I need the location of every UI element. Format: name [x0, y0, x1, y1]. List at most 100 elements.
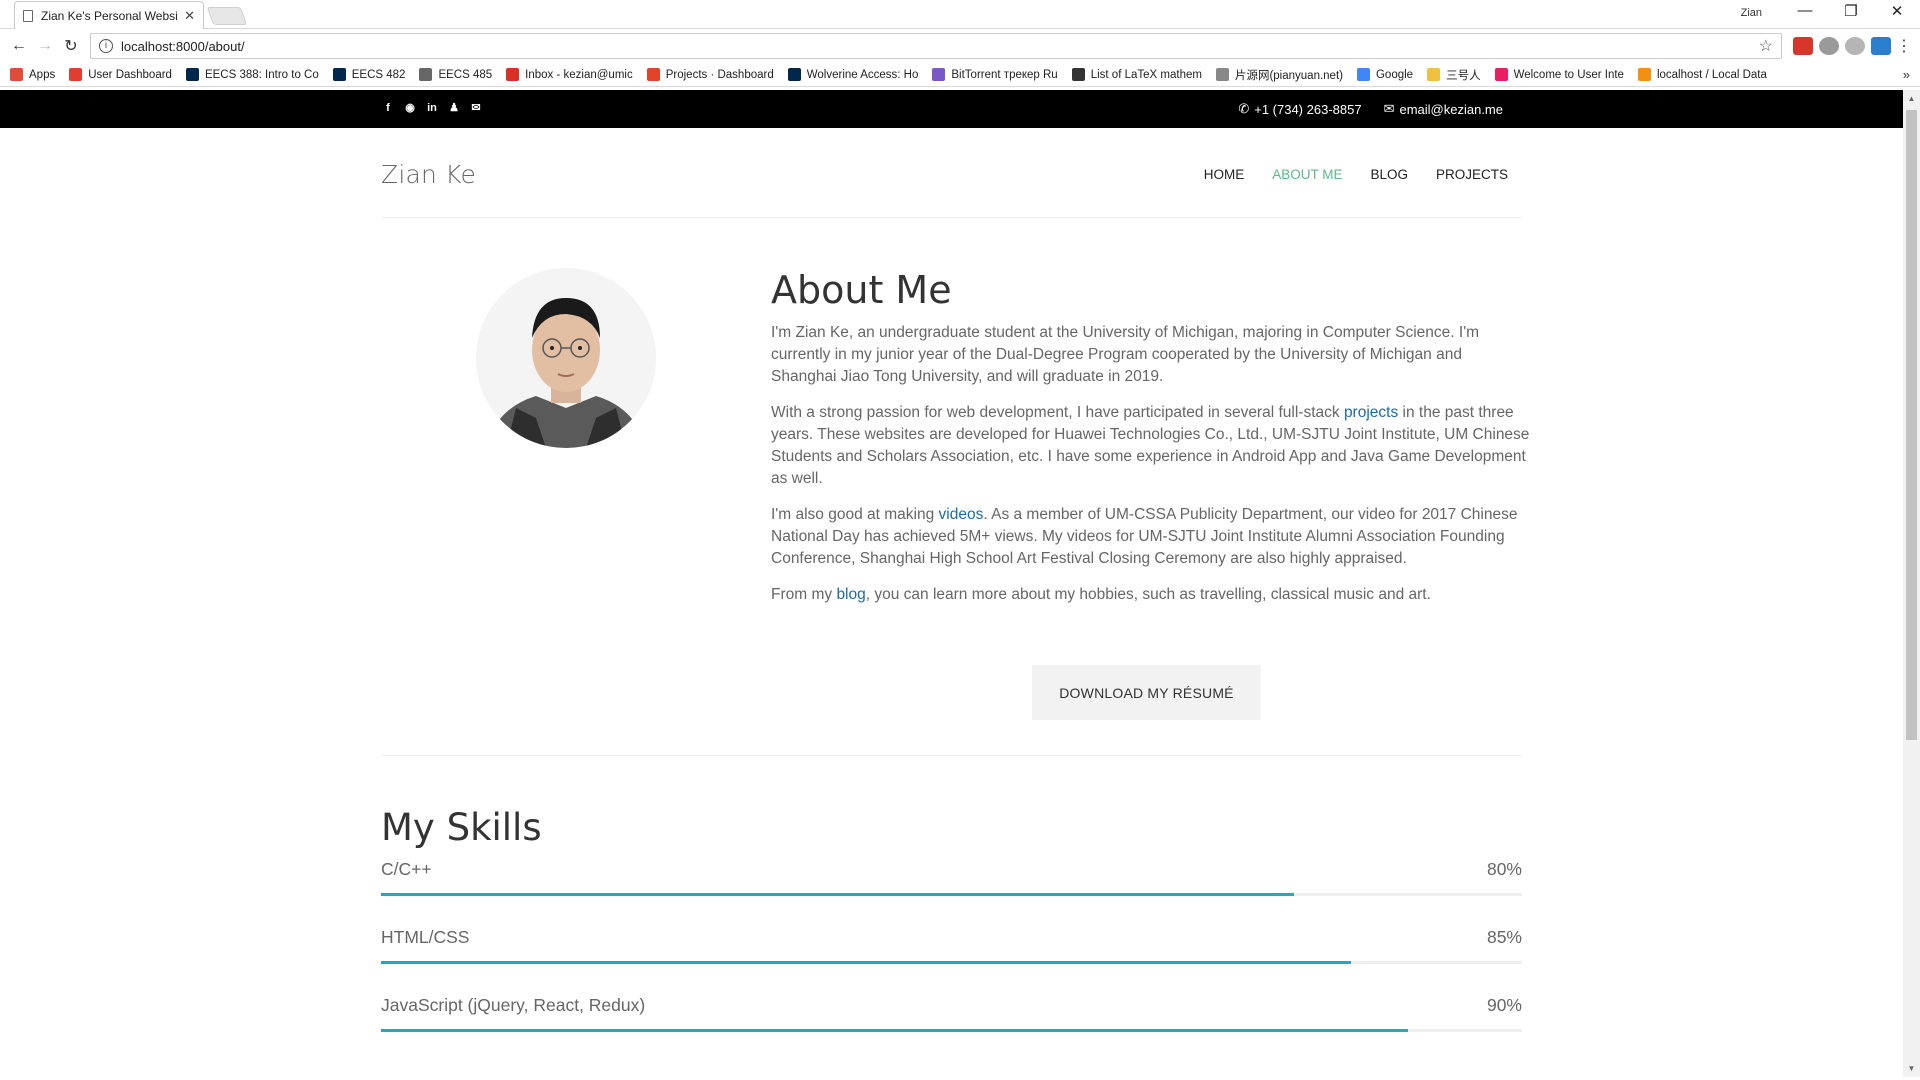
- browser-menu-icon[interactable]: ⋮: [1894, 36, 1914, 56]
- bookmark-item[interactable]: EECS 482: [332, 68, 406, 81]
- github-icon[interactable]: ◉: [403, 101, 417, 115]
- umich-m-icon: [332, 68, 346, 81]
- bookmark-item[interactable]: Google: [1356, 68, 1413, 81]
- folder-icon: [1427, 68, 1441, 81]
- site-header: Zian Ke HOME ABOUT ME BLOG PROJECTS: [381, 128, 1522, 218]
- bookmark-label: 片源网(pianyuan.net): [1234, 69, 1343, 82]
- url-text: localhost:8000/about/: [121, 38, 245, 54]
- skill-bar-fill: [381, 1029, 1408, 1032]
- email-address: email@kezian.me: [1399, 101, 1503, 117]
- globe-icon: [419, 68, 433, 81]
- skill-name: JavaScript (jQuery, React, Redux): [381, 995, 646, 1015]
- bookmark-item[interactable]: localhost / Local Data: [1637, 68, 1767, 81]
- bookmark-label: EECS 485: [438, 68, 493, 81]
- top-contact-bar: f ◉ in ♟ ✉ ✆ +1 (734) 263-8857 ✉ email@k…: [0, 90, 1903, 128]
- skill-name: C/C++: [381, 859, 432, 879]
- wechat-icon[interactable]: ✉: [469, 101, 483, 115]
- extension-cloud-icon[interactable]: [1845, 37, 1865, 55]
- apps-grid-icon: [10, 68, 23, 81]
- about-section: About Me I'm Zian Ke, an undergraduate s…: [381, 218, 1529, 756]
- about-paragraph-2: With a strong passion for web developmen…: [771, 402, 1531, 490]
- projects-link[interactable]: projects: [1344, 404, 1398, 421]
- skill-name: HTML/CSS: [381, 927, 470, 947]
- back-arrow-icon[interactable]: ←: [6, 37, 32, 55]
- forward-arrow-icon[interactable]: →: [32, 37, 58, 55]
- bookmark-item[interactable]: EECS 485: [419, 68, 492, 81]
- facebook-icon[interactable]: f: [381, 101, 395, 115]
- bookmark-item[interactable]: Inbox - kezian@umic: [506, 68, 633, 81]
- qq-icon[interactable]: ♟: [447, 101, 461, 115]
- bookmark-label: User Dashboard: [88, 68, 172, 81]
- email-contact[interactable]: ✉ email@kezian.me: [1384, 101, 1503, 117]
- bookmark-item[interactable]: Welcome to User Inte: [1494, 68, 1624, 81]
- browser-titlebar: Zian Ke's Personal Websi ✕ Zian — ❐ ✕: [0, 0, 1920, 29]
- bookmark-item[interactable]: BitTorrent трекер Ru: [932, 68, 1058, 81]
- paragraph-text: With a strong passion for web developmen…: [771, 404, 1344, 421]
- bookmark-item[interactable]: Projects · Dashboard: [646, 68, 774, 81]
- restore-icon[interactable]: ❐: [1828, 2, 1874, 20]
- umich-m-icon: [185, 68, 199, 81]
- bookmark-item[interactable]: 片源网(pianyuan.net): [1215, 67, 1343, 83]
- social-links: f ◉ in ♟ ✉: [381, 101, 483, 115]
- page-scrollbar[interactable]: ▲ ▼: [1903, 90, 1920, 1077]
- bookmark-item[interactable]: 三号人: [1427, 67, 1481, 83]
- umich-m-icon: [787, 68, 801, 81]
- scroll-down-arrow-icon[interactable]: ▼: [1903, 1060, 1920, 1077]
- window-close-icon[interactable]: ✕: [1874, 2, 1920, 20]
- bookmark-label: Apps: [29, 68, 56, 81]
- about-content: About Me I'm Zian Ke, an undergraduate s…: [771, 268, 1531, 620]
- bookmark-item[interactable]: User Dashboard: [69, 68, 172, 81]
- extension-lastpass-icon[interactable]: [1793, 37, 1813, 55]
- blog-link[interactable]: blog: [836, 586, 865, 603]
- about-paragraph-1: I'm Zian Ke, an undergraduate student at…: [771, 324, 1480, 385]
- extension-gray-shield-icon[interactable]: [1819, 37, 1839, 55]
- bookmark-item[interactable]: List of LaTeX mathem: [1071, 68, 1202, 81]
- tab-close-icon[interactable]: ✕: [184, 8, 195, 24]
- reload-icon[interactable]: ↻: [58, 36, 84, 56]
- skills-title: My Skills: [381, 806, 542, 849]
- new-tab-button[interactable]: [206, 7, 248, 25]
- bookmarks-overflow-icon[interactable]: »: [1903, 67, 1910, 82]
- nav-projects[interactable]: PROJECTS: [1436, 167, 1508, 182]
- skill-row: C/C++ 80%: [381, 855, 1522, 923]
- scrollbar-thumb[interactable]: [1906, 110, 1917, 740]
- gmail-icon: [506, 68, 520, 81]
- linkedin-icon[interactable]: in: [425, 101, 439, 115]
- page-icon: [1215, 68, 1229, 81]
- envelope-icon: ✉: [1383, 101, 1395, 116]
- skill-bar-fill: [381, 893, 1294, 896]
- bookmarks-bar: Apps User Dashboard EECS 388: Intro to Co E…: [0, 63, 1920, 87]
- bookmark-label: Inbox - kezian@umic: [525, 68, 633, 81]
- bookmark-label: 三号人: [1446, 69, 1481, 82]
- pink-circle-icon: [1494, 68, 1508, 81]
- info-icon[interactable]: i: [99, 39, 113, 53]
- scroll-up-arrow-icon[interactable]: ▲: [1903, 90, 1920, 107]
- window-user-label[interactable]: Zian: [1741, 7, 1762, 19]
- nav-about-me[interactable]: ABOUT ME: [1272, 167, 1342, 182]
- nav-blog[interactable]: BLOG: [1370, 167, 1408, 182]
- bookmark-item[interactable]: EECS 388: Intro to Co: [185, 68, 319, 81]
- extension-new-icon[interactable]: [1871, 37, 1891, 55]
- videos-link[interactable]: videos: [939, 506, 984, 523]
- url-input[interactable]: i localhost:8000/about/ ☆: [90, 33, 1782, 59]
- tab-title: Zian Ke's Personal Websi: [41, 8, 178, 23]
- download-resume-button[interactable]: DOWNLOAD MY RÉSUMÉ: [1032, 665, 1261, 720]
- bookmark-label: BitTorrent трекер Ru: [951, 68, 1058, 81]
- page-viewport: f ◉ in ♟ ✉ ✆ +1 (734) 263-8857 ✉ email@k…: [0, 90, 1903, 1077]
- profile-photo: [476, 268, 656, 448]
- bookmark-label: Projects · Dashboard: [665, 68, 774, 81]
- minimize-icon[interactable]: —: [1782, 2, 1828, 19]
- bookmark-label: EECS 482: [351, 68, 406, 81]
- browser-tab[interactable]: Zian Ke's Personal Websi ✕: [14, 1, 204, 29]
- phone-number: +1 (734) 263-8857: [1254, 101, 1362, 117]
- bookmark-label: localhost / Local Data: [1656, 68, 1767, 81]
- bookmark-star-icon[interactable]: ☆: [1759, 36, 1773, 56]
- nav-home[interactable]: HOME: [1204, 167, 1245, 182]
- phone-contact[interactable]: ✆ +1 (734) 263-8857: [1238, 101, 1361, 117]
- bookmark-item[interactable]: Apps: [10, 68, 55, 81]
- bookmark-item[interactable]: Wolverine Access: Ho: [787, 68, 918, 81]
- paragraph-text: , you can learn more about my hobbies, s…: [865, 586, 1431, 603]
- about-title: About Me: [771, 268, 952, 312]
- site-brand[interactable]: Zian Ke: [381, 160, 476, 189]
- gitlab-icon: [646, 68, 660, 81]
